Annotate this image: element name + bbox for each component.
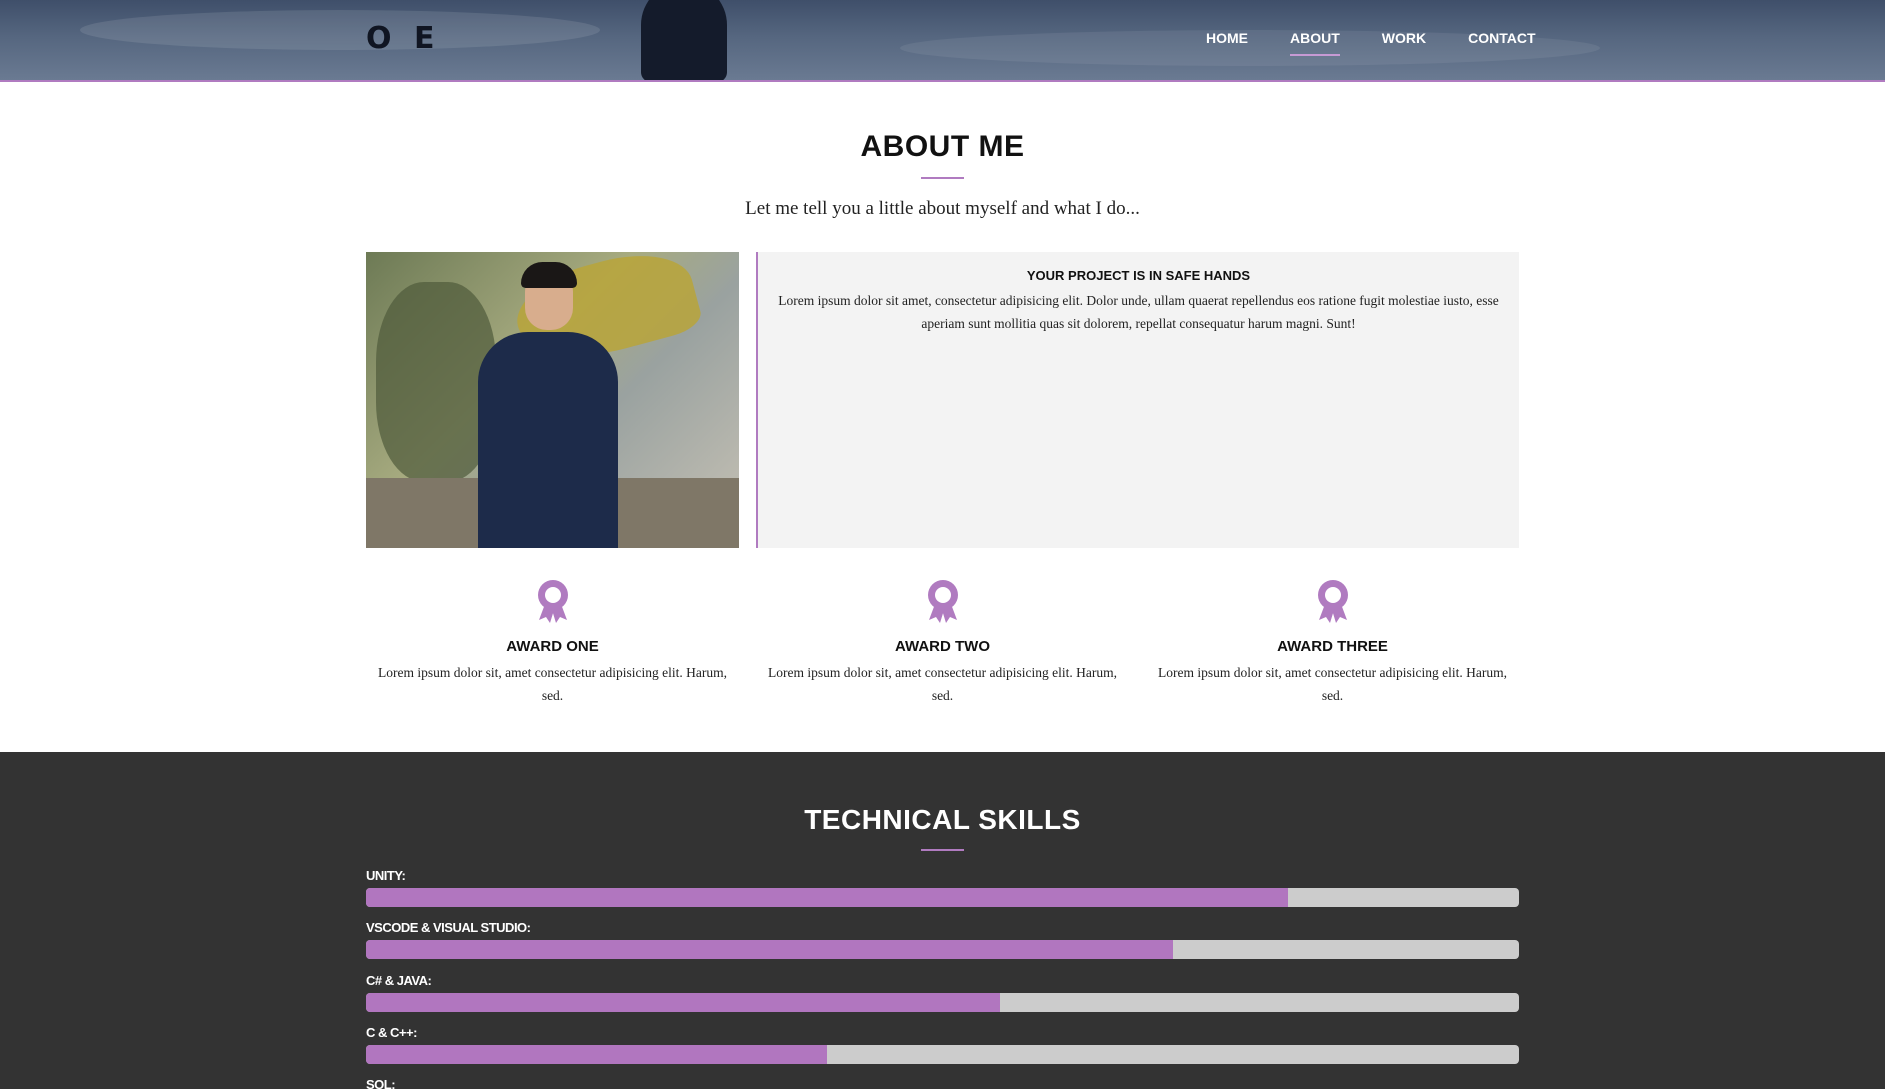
- skill-bar-track: [366, 1045, 1519, 1064]
- header-background-silhouette: [641, 0, 727, 80]
- about-title-divider: [921, 177, 964, 179]
- award-card: AWARD TWO Lorem ipsum dolor sit, amet co…: [756, 578, 1129, 707]
- about-info-box: YOUR PROJECT IS IN SAFE HANDS Lorem ipsu…: [756, 252, 1519, 548]
- skill-item: UNITY:: [366, 868, 1519, 907]
- skill-label: SQL:: [366, 1077, 396, 1089]
- award-title: AWARD TWO: [895, 638, 990, 655]
- skill-bar-fill: [366, 888, 1289, 907]
- award-card: AWARD THREE Lorem ipsum dolor sit, amet …: [1146, 578, 1519, 707]
- awards-row: AWARD ONE Lorem ipsum dolor sit, amet co…: [366, 578, 1519, 707]
- award-card: AWARD ONE Lorem ipsum dolor sit, amet co…: [366, 578, 739, 707]
- about-title: ABOUT ME: [860, 130, 1025, 163]
- award-ribbon-icon: [1317, 580, 1348, 623]
- skill-bar-fill: [366, 1045, 828, 1064]
- site-logo[interactable]: O E: [366, 21, 440, 56]
- award-text: Lorem ipsum dolor sit, amet consectetur …: [377, 665, 728, 703]
- skill-bar-track: [366, 888, 1519, 907]
- skills-title: TECHNICAL SKILLS: [804, 804, 1081, 835]
- nav-home[interactable]: HOME: [1206, 30, 1248, 46]
- nav-work[interactable]: WORK: [1382, 30, 1426, 46]
- award-ribbon-icon: [537, 580, 568, 623]
- main-nav: HOME ABOUT WORK CONTACT: [1206, 30, 1536, 56]
- nav-about[interactable]: ABOUT: [1290, 30, 1340, 56]
- skill-item: SQL:: [366, 1077, 1519, 1089]
- skill-label: C & C++:: [366, 1025, 417, 1040]
- skill-item: VSCODE & VISUAL STUDIO:: [366, 920, 1519, 959]
- profile-photo: [366, 252, 739, 548]
- skill-bar-fill: [366, 993, 1001, 1012]
- about-subtitle: Let me tell you a little about myself an…: [745, 198, 1140, 219]
- skill-item: C# & JAVA:: [366, 973, 1519, 1012]
- award-ribbon-icon: [927, 580, 958, 623]
- award-title: AWARD ONE: [506, 638, 599, 655]
- skill-label: VSCODE & VISUAL STUDIO:: [366, 920, 531, 935]
- photo-person-body: [478, 332, 618, 548]
- header-cloud: [80, 10, 600, 50]
- photo-person-hair: [521, 262, 577, 288]
- award-title: AWARD THREE: [1277, 638, 1388, 655]
- award-text: Lorem ipsum dolor sit, amet consectetur …: [1157, 665, 1508, 703]
- skill-bar-fill: [366, 940, 1174, 959]
- skill-bar-track: [366, 940, 1519, 959]
- info-heading: YOUR PROJECT IS IN SAFE HANDS: [1026, 268, 1251, 283]
- skill-label: UNITY:: [366, 868, 406, 883]
- skill-label: C# & JAVA:: [366, 973, 432, 988]
- nav-contact[interactable]: CONTACT: [1468, 30, 1535, 46]
- skills-section: TECHNICAL SKILLS UNITY: VSCODE & VISUAL …: [0, 752, 1885, 1089]
- site-header: O E HOME ABOUT WORK CONTACT: [0, 0, 1885, 82]
- skill-bar-track: [366, 993, 1519, 1012]
- skill-item: C & C++:: [366, 1025, 1519, 1064]
- award-text: Lorem ipsum dolor sit, amet consectetur …: [767, 665, 1118, 703]
- info-text: Lorem ipsum dolor sit amet, consectetur …: [778, 293, 1499, 331]
- skills-title-divider: [921, 849, 964, 851]
